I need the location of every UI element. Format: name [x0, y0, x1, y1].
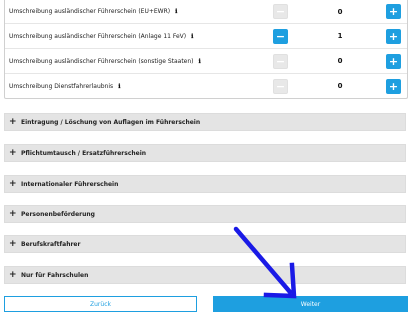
decrement-button[interactable]: − — [273, 29, 288, 44]
decrement-button[interactable]: − — [273, 4, 288, 19]
quantity-value: 0 — [337, 7, 343, 16]
expand-plus-icon: + — [9, 209, 17, 219]
service-row: Umschreibung ausländischer Führerschein … — [5, 23, 407, 48]
decrement-button[interactable]: − — [273, 54, 288, 69]
accordion-internationaler-fuehrerschein[interactable]: + Internationaler Führerschein — [4, 175, 406, 193]
service-label: Umschreibung ausländischer Führerschein … — [9, 57, 194, 65]
service-label: Umschreibung Dienstfahrerlaubnis — [9, 82, 114, 90]
service-label: Umschreibung ausländischer Führerschein … — [9, 32, 187, 40]
expand-plus-icon: + — [9, 270, 17, 280]
decrement-button[interactable]: − — [273, 79, 288, 94]
accordion-personenbefoerderung[interactable]: + Personenbeförderung — [4, 205, 406, 223]
increment-button[interactable]: + — [386, 29, 401, 44]
increment-button[interactable]: + — [386, 54, 401, 69]
quantity-value: 0 — [337, 57, 343, 65]
accordion-pflichtumtausch[interactable]: + Pflichtumtausch / Ersatzführerschein — [4, 144, 406, 162]
accordion-label: Personenbeförderung — [21, 210, 95, 218]
accordion-auflagen[interactable]: + Eintragung / Löschung von Auflagen im … — [4, 113, 406, 131]
increment-button[interactable]: + — [386, 79, 401, 94]
accordion-label: Internationaler Führerschein — [21, 180, 119, 188]
service-row: Umschreibung ausländischer Führerschein … — [5, 0, 407, 23]
info-icon[interactable]: ℹ — [118, 83, 120, 90]
quantity-value: 1 — [337, 32, 343, 40]
info-icon[interactable]: ℹ — [191, 33, 193, 40]
accordion-fahrschulen[interactable]: + Nur für Fahrschulen — [4, 266, 406, 284]
info-icon[interactable]: ℹ — [199, 58, 201, 65]
accordion-label: Berufskraftfahrer — [21, 240, 81, 248]
quantity-value: 0 — [337, 82, 343, 90]
accordion-label: Eintragung / Löschung von Auflagen im Fü… — [21, 118, 201, 126]
info-icon[interactable]: ℹ — [175, 8, 177, 15]
accordion-label: Nur für Fahrschulen — [21, 271, 89, 279]
service-row: Umschreibung ausländischer Führerschein … — [5, 48, 407, 73]
increment-button[interactable]: + — [386, 4, 401, 19]
accordion-label: Pflichtumtausch / Ersatzführerschein — [21, 149, 147, 157]
accordion-berufskraftfahrer[interactable]: + Berufskraftfahrer — [4, 235, 406, 253]
expand-plus-icon: + — [9, 117, 17, 127]
expand-plus-icon: + — [9, 239, 17, 249]
service-row: Umschreibung Dienstfahrerlaubnis ℹ − 0 + — [5, 73, 407, 98]
expand-plus-icon: + — [9, 148, 17, 158]
next-button[interactable]: Weiter — [213, 296, 408, 312]
expand-plus-icon: + — [9, 179, 17, 189]
service-list: Umschreibung ausländischer Führerschein … — [4, 0, 408, 99]
back-button[interactable]: Zurück — [4, 296, 197, 312]
service-label: Umschreibung ausländischer Führerschein … — [9, 8, 171, 15]
